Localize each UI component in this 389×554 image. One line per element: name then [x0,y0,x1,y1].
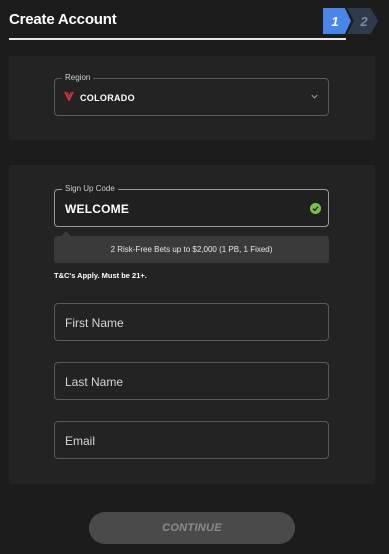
last-name-field[interactable]: Last Name [54,362,329,400]
region-select[interactable]: Region COLORADO [54,73,329,116]
signup-code-value: WELCOME [65,202,130,216]
region-label: Region [62,73,94,82]
first-name-field[interactable]: First Name [54,303,329,341]
terms-text: T&C's Apply. Must be 21+. [54,271,147,280]
promo-banner: 2 Risk-Free Bets up to $2,000 (1 PB, 1 F… [54,231,329,263]
header: Create Account 1 2 [0,0,389,40]
promo-pointer [61,231,71,236]
promo-text: 2 Risk-Free Bets up to $2,000 (1 PB, 1 F… [110,245,273,254]
email-field[interactable]: Email [54,421,329,459]
continue-button[interactable]: CONTINUE [89,512,295,544]
header-divider [9,38,346,40]
check-circle-icon [310,203,321,214]
first-name-placeholder: First Name [65,316,124,330]
signup-code-field[interactable]: Sign Up Code WELCOME [54,184,329,227]
state-logo-icon [64,91,74,101]
page-title: Create Account [9,11,117,28]
last-name-placeholder: Last Name [65,375,124,389]
email-placeholder: Email [65,434,96,448]
step-2: 2 [347,8,378,34]
region-card: Region COLORADO [9,56,375,140]
create-account-page: Create Account 1 2 Region COLORADO Sign … [0,0,389,554]
signup-form-card: Sign Up Code WELCOME 2 Risk-Free Bets up… [9,165,375,484]
signup-code-label: Sign Up Code [62,184,118,193]
step-indicator: 1 2 [323,8,378,34]
chevron-down-icon [311,94,318,99]
step-1: 1 [323,8,351,34]
region-value: COLORADO [80,93,135,103]
